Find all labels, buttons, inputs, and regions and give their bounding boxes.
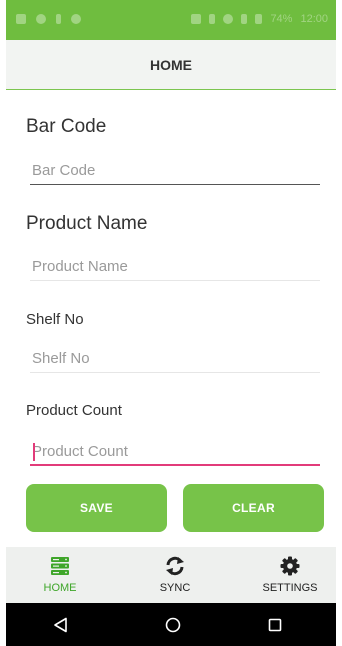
app-screen: 74% 12:00 HOME Bar Code Product Name She… — [6, 0, 336, 646]
bar-code-underline — [30, 184, 320, 185]
status-time: 12:00 — [300, 13, 328, 25]
recents-square-icon — [268, 618, 282, 631]
wifi-icon — [223, 14, 234, 24]
battery-icon — [255, 14, 263, 24]
shelf-no-input[interactable] — [30, 343, 320, 373]
tab-settings[interactable]: SETTINGS — [255, 547, 325, 603]
gear-icon — [280, 556, 300, 576]
bluetooth-icon — [209, 14, 216, 24]
tab-sync-label: SYNC — [159, 582, 191, 594]
cast-icon — [36, 14, 46, 24]
tab-sync[interactable]: SYNC — [145, 547, 205, 603]
alert-icon — [56, 14, 61, 24]
product-name-field[interactable] — [30, 251, 320, 281]
bar-code-label: Bar Code — [26, 116, 107, 137]
signal-icon — [241, 14, 248, 24]
product-count-label: Product Count — [26, 402, 122, 419]
bar-code-input[interactable] — [30, 155, 320, 185]
back-triangle-icon — [54, 617, 67, 632]
status-notifications — [16, 14, 81, 24]
app-bar: HOME — [6, 40, 336, 90]
shelf-no-underline — [30, 372, 320, 373]
product-name-label: Product Name — [26, 213, 148, 234]
recents-button[interactable] — [260, 603, 290, 646]
bottom-tab-bar: HOME SYNC SETTINGS — [6, 547, 336, 603]
tab-home[interactable]: HOME — [30, 547, 90, 603]
system-nav-bar — [6, 603, 336, 646]
text-cursor — [33, 443, 35, 461]
shelf-no-label: Shelf No — [26, 311, 84, 328]
home-button[interactable] — [158, 603, 188, 646]
status-bar: 74% 12:00 — [6, 0, 336, 40]
home-circle-icon — [165, 617, 181, 632]
tab-home-label: HOME — [43, 582, 77, 594]
product-name-underline — [30, 280, 320, 281]
status-system: 74% 12:00 — [191, 13, 328, 25]
page-title: HOME — [150, 56, 192, 73]
bar-code-field[interactable] — [30, 155, 320, 185]
product-name-input[interactable] — [30, 251, 320, 281]
vibrate-icon — [191, 14, 202, 24]
message-icon — [16, 14, 26, 24]
clear-button[interactable]: CLEAR — [183, 484, 324, 532]
shelf-no-field[interactable] — [30, 343, 320, 373]
product-count-field[interactable] — [30, 436, 320, 466]
save-button[interactable]: SAVE — [26, 484, 167, 532]
product-count-underline — [30, 464, 320, 466]
tab-settings-label: SETTINGS — [262, 582, 318, 594]
server-icon — [51, 557, 69, 575]
battery-percent: 74% — [270, 13, 293, 25]
product-count-input[interactable] — [30, 436, 320, 466]
android-icon — [71, 14, 81, 24]
back-button[interactable] — [46, 603, 76, 646]
sync-icon — [166, 556, 184, 576]
